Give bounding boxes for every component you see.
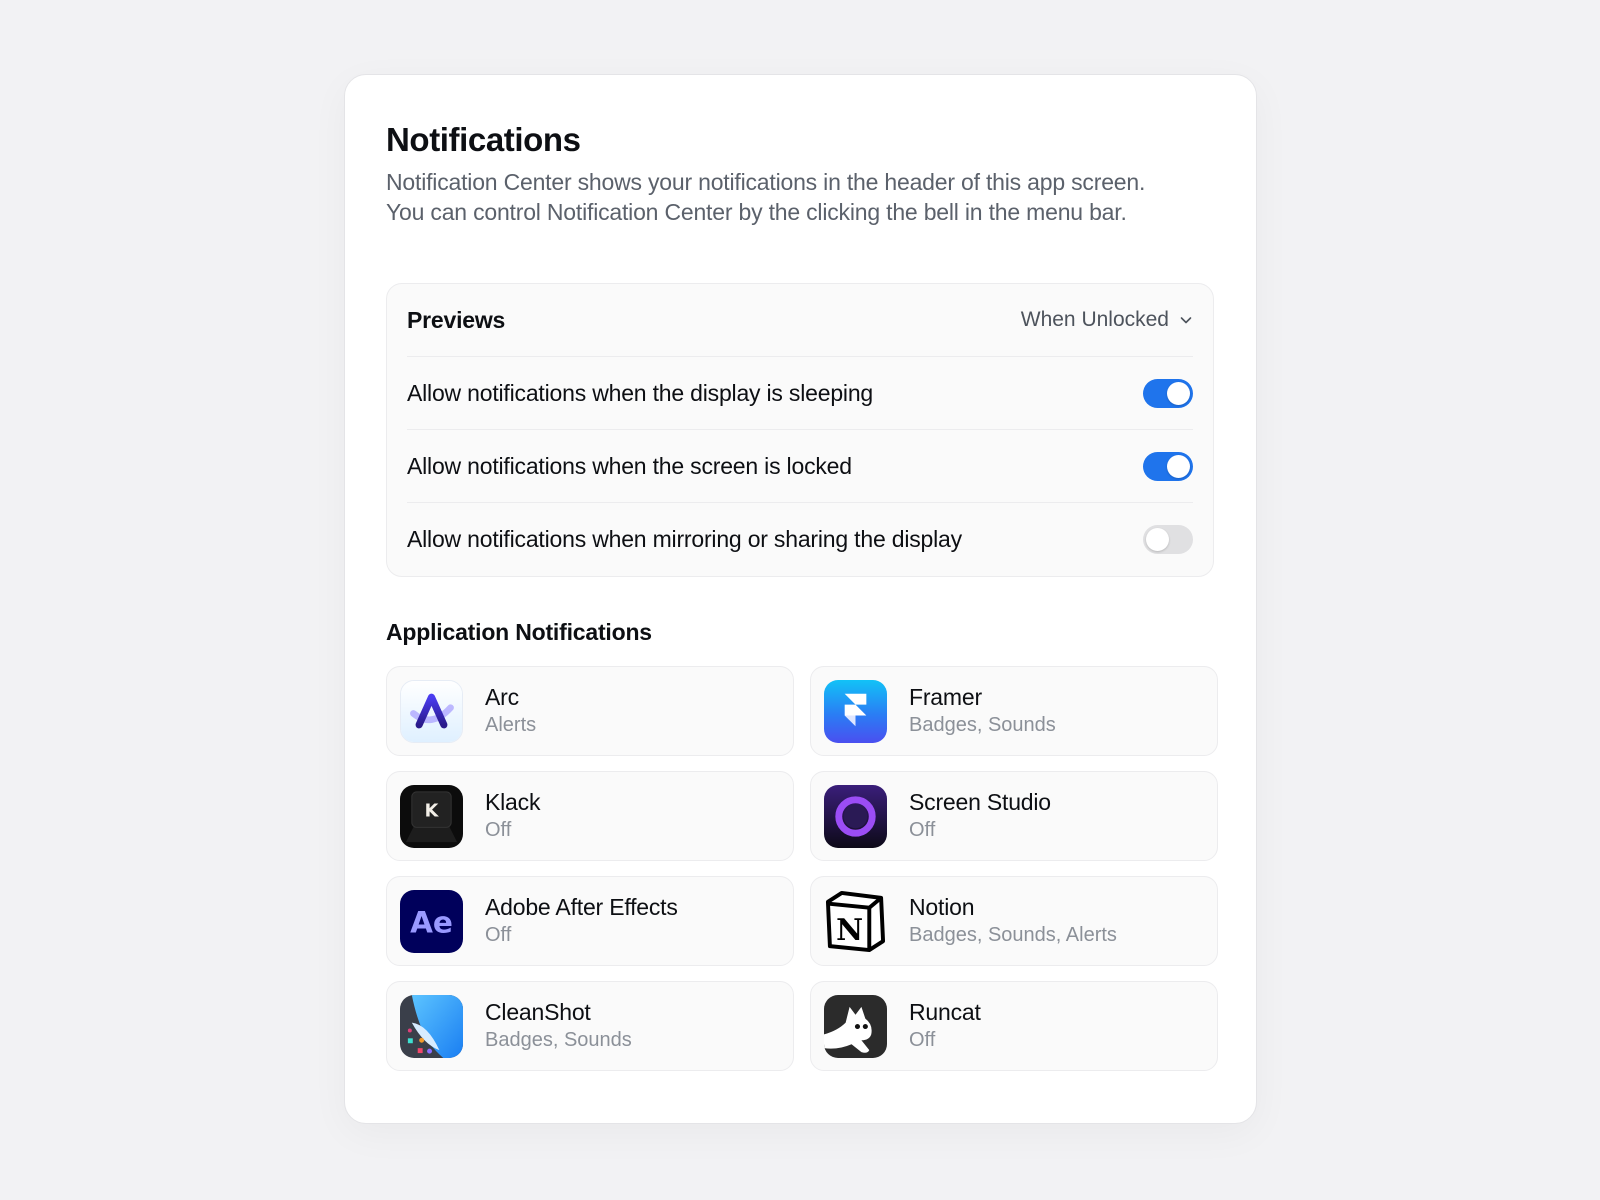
app-list: Arc Alerts Framer Badges, Sounds K Klack…	[386, 666, 1218, 1071]
app-name: Adobe After Effects	[485, 894, 678, 920]
app-item-framer[interactable]: Framer Badges, Sounds	[810, 666, 1218, 756]
chevron-down-icon	[1180, 317, 1192, 324]
cleanshot-icon	[400, 994, 463, 1058]
app-name: Runcat	[909, 999, 981, 1025]
toggle-mirroring[interactable]	[1143, 525, 1193, 554]
setting-label: Allow notifications when the display is …	[407, 379, 873, 406]
app-status: Alerts	[485, 714, 537, 736]
description-line-1: Notification Center shows your notificat…	[386, 169, 1146, 195]
app-name: Notion	[909, 894, 975, 920]
toggle-knob	[1167, 454, 1190, 478]
setting-label: Allow notifications when mirroring or sh…	[407, 526, 962, 552]
app-name: Klack	[485, 789, 541, 815]
runcat-icon	[824, 994, 887, 1058]
app-item-cleanshot[interactable]: CleanShot Badges, Sounds	[386, 981, 794, 1071]
previews-dropdown-value: When Unlocked	[1020, 308, 1169, 331]
arc-icon	[400, 679, 463, 743]
page-description: Notification Center shows your notificat…	[386, 167, 1215, 227]
app-item-notion[interactable]: N Notion Badges, Sounds, Alerts	[810, 876, 1218, 966]
svg-text:K: K	[425, 801, 440, 821]
app-status: Off	[485, 819, 512, 841]
app-name: Arc	[485, 684, 519, 710]
previews-dropdown[interactable]: When Unlocked	[1021, 308, 1193, 332]
svg-text:N: N	[836, 912, 863, 947]
screen-studio-icon	[824, 784, 887, 848]
app-item-after-effects[interactable]: Ae Adobe After Effects Off	[386, 876, 794, 966]
previews-header-row: Previews When Unlocked	[407, 284, 1193, 357]
app-item-screen-studio[interactable]: Screen Studio Off	[810, 771, 1218, 861]
app-name: CleanShot	[485, 999, 591, 1025]
app-status: Off	[909, 819, 936, 841]
after-effects-icon: Ae	[400, 889, 463, 953]
app-item-klack[interactable]: K Klack Off	[386, 771, 794, 861]
toggle-knob	[1167, 381, 1190, 405]
notifications-panel: Notifications Notification Center shows …	[344, 74, 1257, 1124]
setting-row-display-sleeping: Allow notifications when the display is …	[407, 357, 1193, 430]
app-status: Badges, Sounds	[485, 1029, 632, 1051]
framer-icon	[824, 679, 887, 743]
app-item-runcat[interactable]: Runcat Off	[810, 981, 1218, 1071]
previews-group: Previews When Unlocked Allow notificatio…	[386, 283, 1214, 577]
app-status: Off	[909, 1029, 936, 1051]
app-item-arc[interactable]: Arc Alerts	[386, 666, 794, 756]
previews-label: Previews	[407, 306, 506, 333]
notion-icon: N	[824, 890, 887, 953]
app-name: Framer	[909, 684, 982, 710]
toggle-knob	[1146, 528, 1169, 551]
app-status: Badges, Sounds, Alerts	[909, 924, 1117, 946]
description-line-2: You can control Notification Center by t…	[386, 199, 1127, 225]
page-title: Notifications	[386, 121, 581, 158]
app-notifications-title: Application Notifications	[386, 619, 652, 645]
app-status: Badges, Sounds	[909, 714, 1056, 736]
toggle-screen-locked[interactable]	[1143, 451, 1193, 481]
klack-icon: K	[400, 784, 463, 848]
app-status: Off	[485, 924, 512, 946]
svg-text:Ae: Ae	[410, 905, 453, 939]
setting-label: Allow notifications when the screen is l…	[407, 452, 852, 479]
setting-row-mirroring: Allow notifications when mirroring or sh…	[407, 503, 1193, 576]
app-name: Screen Studio	[909, 789, 1051, 815]
setting-row-screen-locked: Allow notifications when the screen is l…	[407, 430, 1193, 503]
toggle-display-sleeping[interactable]	[1143, 378, 1193, 408]
